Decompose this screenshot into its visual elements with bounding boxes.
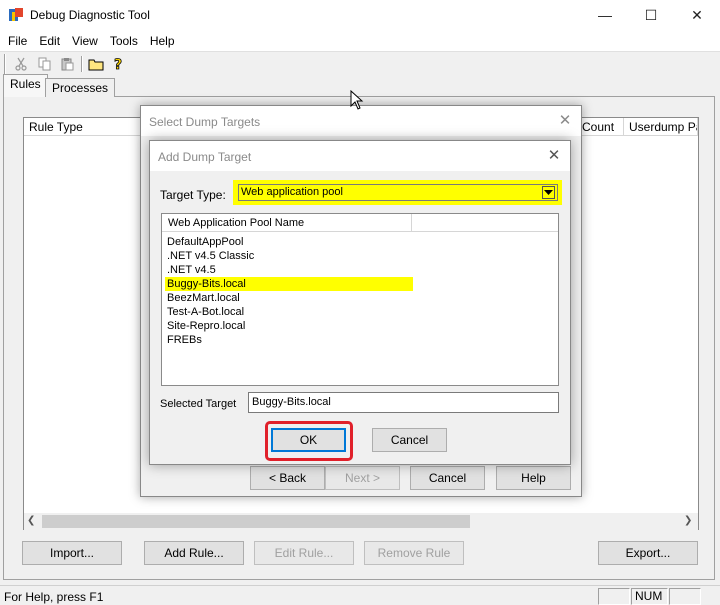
column-header-count[interactable]: Count — [576, 118, 624, 136]
status-text: For Help, press F1 — [4, 590, 104, 604]
dialog-title: Add Dump Target — [158, 150, 252, 164]
minimize-button[interactable]: — — [582, 0, 628, 30]
close-icon[interactable]: ✕ — [544, 146, 564, 166]
close-button[interactable]: ✕ — [674, 0, 720, 30]
dialog-title-bar: Add Dump Target ✕ — [150, 141, 570, 171]
list-item[interactable]: .NET v4.5 Classic — [165, 249, 413, 263]
toolbar-separator — [81, 56, 83, 72]
tab-processes[interactable]: Processes — [45, 78, 116, 97]
scroll-right-icon[interactable]: ❯ — [684, 515, 692, 526]
back-button[interactable]: < Back — [250, 466, 325, 490]
list-item[interactable]: Test-A-Bot.local — [165, 305, 413, 319]
folder-icon[interactable] — [87, 55, 105, 73]
list-item[interactable]: Site-Repro.local — [165, 319, 413, 333]
toolbar-grip — [4, 54, 6, 74]
wizard-cancel-button[interactable]: Cancel — [410, 466, 485, 490]
ok-button-annotation — [265, 421, 353, 461]
app-pool-list[interactable]: Web Application Pool Name DefaultAppPool… — [161, 213, 559, 386]
edit-rule-button[interactable]: Edit Rule... — [254, 541, 354, 565]
menu-view[interactable]: View — [66, 30, 104, 52]
export-button[interactable]: Export... — [598, 541, 698, 565]
selected-target-field[interactable]: Buggy-Bits.local — [248, 392, 559, 413]
list-item[interactable]: FREBs — [165, 333, 413, 347]
wizard-help-button[interactable]: Help — [496, 466, 571, 490]
menu-help[interactable]: Help — [144, 30, 181, 52]
window-title: Debug Diagnostic Tool — [30, 8, 150, 22]
target-type-dropdown[interactable]: Web application pool — [238, 184, 558, 201]
close-icon[interactable]: ✕ — [555, 111, 575, 131]
column-header-blank — [412, 214, 558, 232]
help-icon[interactable]: ? — [110, 55, 128, 73]
target-type-label: Target Type: — [160, 188, 226, 202]
next-button[interactable]: Next > — [325, 466, 400, 490]
dialog-title-bar: Select Dump Targets ✕ — [141, 106, 581, 136]
status-bar: For Help, press F1 NUM — [0, 585, 720, 605]
target-type-value: Web application pool — [241, 186, 343, 198]
add-dump-target-dialog: Add Dump Target ✕ Target Type: Web appli… — [149, 140, 571, 465]
list-item[interactable]: DefaultAppPool — [165, 235, 413, 249]
dialog-title: Select Dump Targets — [149, 115, 261, 129]
scrollbar-thumb[interactable] — [42, 515, 470, 528]
maximize-button[interactable]: ☐ — [628, 0, 674, 30]
cancel-button[interactable]: Cancel — [372, 428, 447, 452]
copy-icon[interactable] — [36, 55, 54, 73]
toolbar: ? — [0, 52, 720, 76]
horizontal-scrollbar[interactable]: ❮ ❯ — [24, 513, 698, 530]
app-icon — [8, 7, 24, 23]
status-pane-num: NUM — [631, 588, 668, 605]
mouse-cursor-icon — [350, 89, 364, 110]
scissors-icon[interactable] — [12, 55, 30, 73]
status-pane-blank-2 — [669, 588, 701, 605]
menu-tools[interactable]: Tools — [104, 30, 144, 52]
import-button[interactable]: Import... — [22, 541, 122, 565]
dropdown-arrow-icon[interactable] — [542, 186, 555, 199]
paste-icon[interactable] — [58, 55, 76, 73]
add-rule-button[interactable]: Add Rule... — [144, 541, 244, 565]
selected-target-label: Selected Target — [160, 398, 237, 410]
scroll-left-icon[interactable]: ❮ — [27, 515, 35, 526]
status-pane-blank — [598, 588, 630, 605]
list-item[interactable]: .NET v4.5 — [165, 263, 413, 277]
menu-bar: File Edit View Tools Help — [0, 30, 720, 52]
list-item-selected[interactable]: Buggy-Bits.local — [165, 277, 413, 291]
column-header-userdump-path[interactable]: Userdump Pat — [624, 118, 698, 136]
remove-rule-button[interactable]: Remove Rule — [364, 541, 464, 565]
menu-edit[interactable]: Edit — [33, 30, 66, 52]
column-header-pool-name[interactable]: Web Application Pool Name — [162, 214, 412, 232]
menu-file[interactable]: File — [0, 30, 33, 52]
svg-text:?: ? — [114, 57, 122, 72]
column-header-rule-type[interactable]: Rule Type — [24, 118, 142, 136]
tab-rules[interactable]: Rules — [3, 74, 48, 97]
list-item[interactable]: BeezMart.local — [165, 291, 413, 305]
title-bar: Debug Diagnostic Tool — ☐ ✕ — [0, 0, 720, 30]
